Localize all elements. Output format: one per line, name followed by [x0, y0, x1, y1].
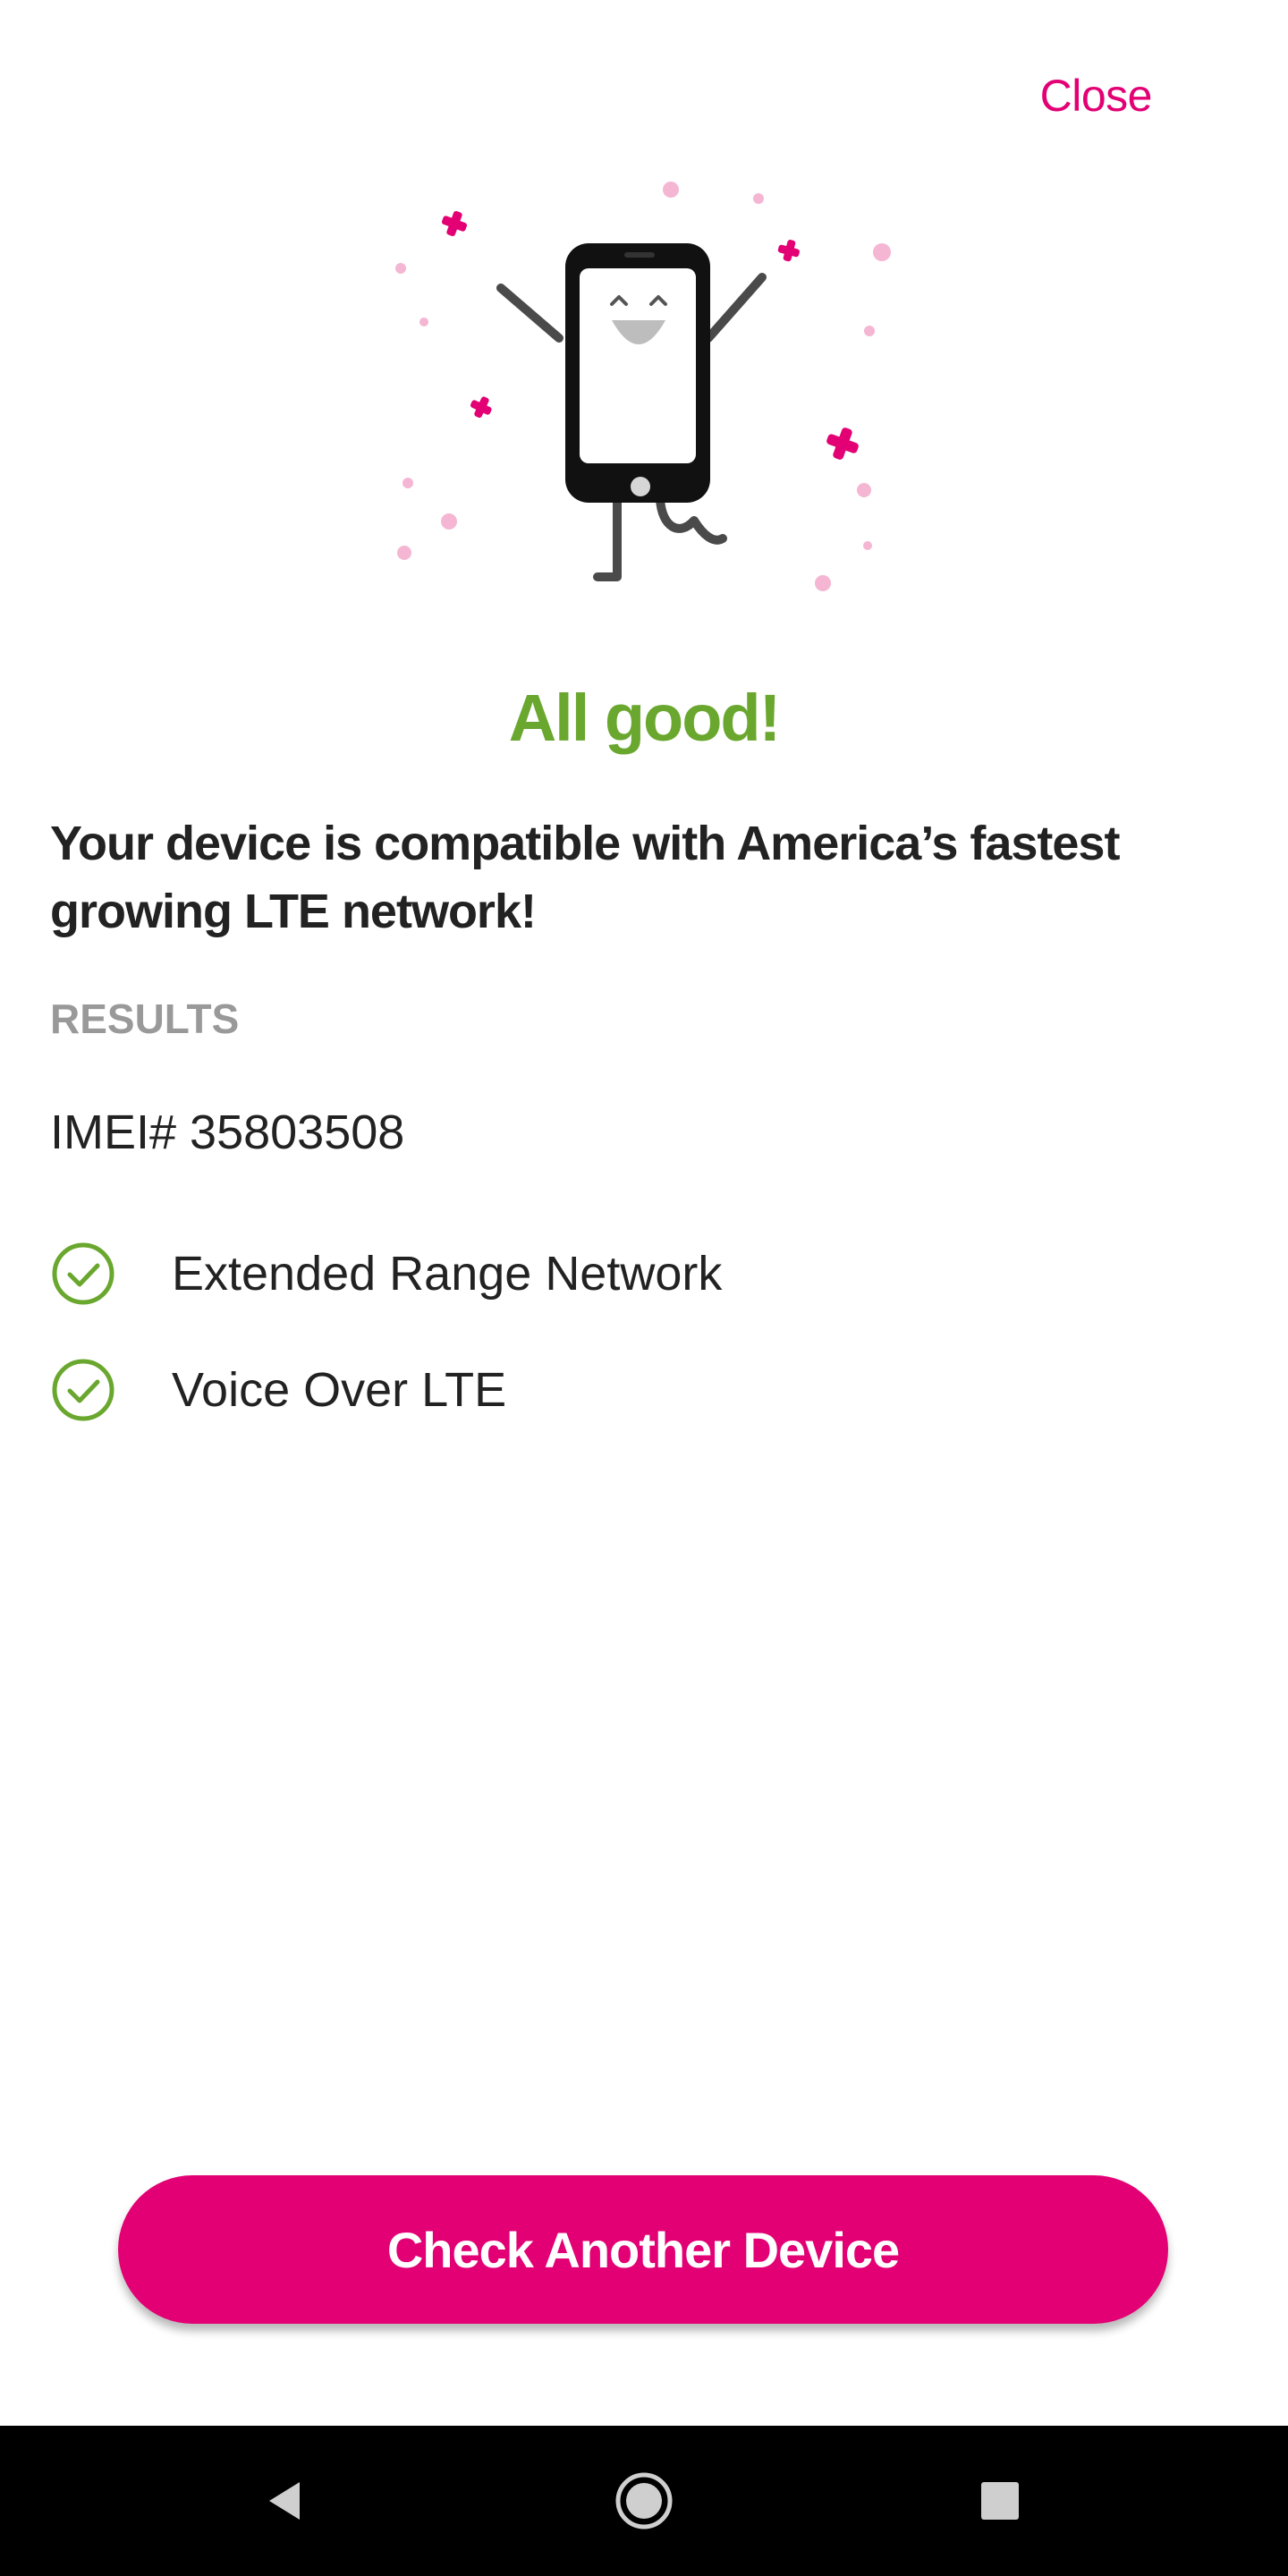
recents-icon: [981, 2482, 1019, 2520]
device-compatibility-result-screen: Close All good! Your device is compatibl…: [0, 0, 1288, 2576]
happy-phone-illustration: [395, 182, 891, 591]
results-section-label: RESULTS: [50, 996, 240, 1042]
feature-label: Voice Over LTE: [172, 1363, 507, 1417]
back-button[interactable]: [179, 2426, 394, 2576]
home-button[interactable]: [537, 2426, 751, 2576]
check-circle-icon: [52, 1359, 114, 1421]
check-another-device-button[interactable]: Check Another Device: [118, 2175, 1168, 2324]
feature-row-volte: Voice Over LTE: [50, 1354, 506, 1426]
phone-screen: [580, 268, 696, 463]
imei-value: IMEI# 35803508: [50, 1106, 405, 1159]
recents-button[interactable]: [893, 2426, 1107, 2576]
system-navigation-bar: [0, 2426, 1288, 2576]
feature-label: Extended Range Network: [172, 1247, 723, 1301]
close-button[interactable]: Close: [1040, 70, 1153, 122]
back-icon: [269, 2482, 300, 2520]
feature-row-extended-range: Extended Range Network: [50, 1238, 722, 1309]
result-headline: All good!: [508, 681, 782, 755]
check-circle-icon: [52, 1242, 114, 1305]
home-icon: [615, 2472, 673, 2529]
compatibility-message: Your device is compatible with America’s…: [50, 817, 1120, 938]
